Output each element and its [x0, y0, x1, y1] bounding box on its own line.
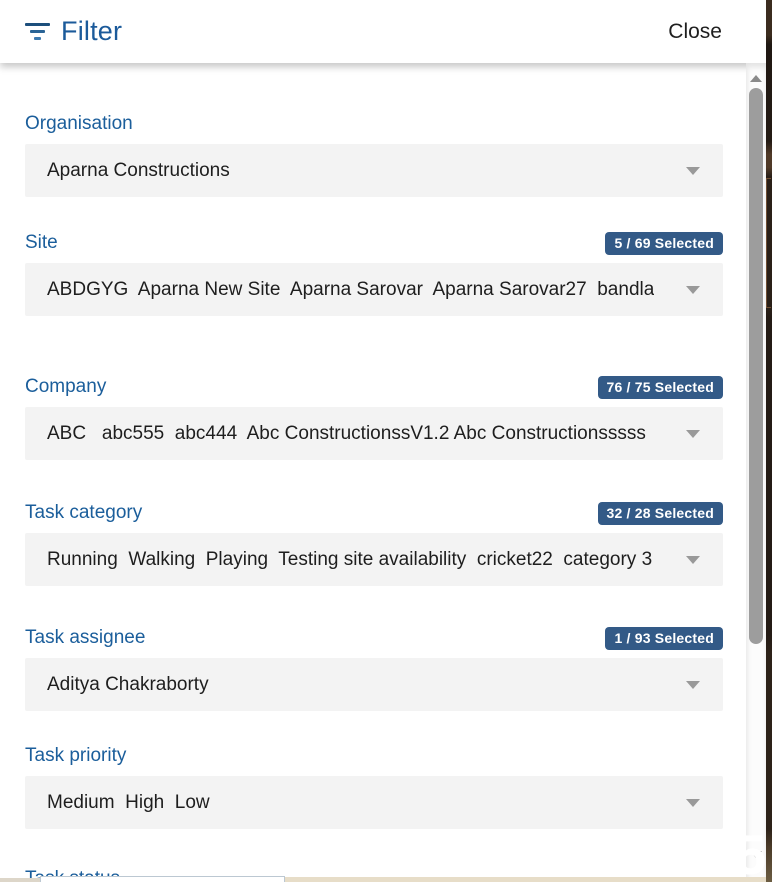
- site-select[interactable]: ABDGYG Aparna New Site Aparna Sarovar Ap…: [25, 263, 723, 316]
- background-edge-box: [766, 178, 771, 308]
- selected-count-badge: 5 / 69 Selected: [605, 232, 723, 255]
- chevron-down-icon: [686, 556, 700, 564]
- filter-section-task-category: Task category 32 / 28 Selected Running W…: [25, 501, 723, 586]
- page-title: Filter: [61, 16, 122, 47]
- selected-count-badge: 76 / 75 Selected: [598, 376, 724, 399]
- filter-section-task-priority: Task priority Medium High Low: [25, 744, 723, 829]
- selected-count-badge: 32 / 28 Selected: [598, 502, 724, 525]
- chevron-down-icon: [686, 681, 700, 689]
- selected-values: ABDGYG Aparna New Site Aparna Sarovar Ap…: [47, 279, 654, 301]
- scrollbar-thumb[interactable]: [749, 88, 763, 644]
- chevron-down-icon: [686, 799, 700, 807]
- section-label: Site: [25, 232, 58, 254]
- scroll-down-icon[interactable]: [750, 851, 762, 858]
- company-select[interactable]: ABC abc555 abc444 Abc ConstructionssV1.2…: [25, 407, 723, 460]
- selected-values: Aparna Constructions: [47, 160, 230, 182]
- section-label: Organisation: [25, 113, 133, 135]
- modal-header: Filter Close: [0, 0, 766, 63]
- chevron-down-icon: [686, 286, 700, 294]
- scrollbar[interactable]: [746, 63, 766, 882]
- selected-values: Medium High Low: [47, 792, 210, 814]
- task-assignee-select[interactable]: Aditya Chakraborty: [25, 658, 723, 711]
- selected-values: Running Walking Playing Testing site ava…: [47, 549, 652, 571]
- background-bottom-left: [0, 878, 40, 882]
- section-label: Task category: [25, 502, 142, 524]
- background-page-bottom: [0, 876, 766, 882]
- filter-section-organisation: Organisation Aparna Constructions: [25, 112, 723, 197]
- chevron-down-icon: [686, 167, 700, 175]
- background-page-edge: [766, 0, 772, 882]
- section-label: Company: [25, 376, 106, 398]
- organisation-select[interactable]: Aparna Constructions: [25, 144, 723, 197]
- selected-values: ABC abc555 abc444 Abc ConstructionssV1.2…: [47, 423, 646, 445]
- section-label: Task assignee: [25, 627, 145, 649]
- task-priority-select[interactable]: Medium High Low: [25, 776, 723, 829]
- scroll-up-icon[interactable]: [750, 75, 762, 82]
- chevron-down-icon: [686, 430, 700, 438]
- selected-values: Aditya Chakraborty: [47, 674, 209, 696]
- section-label: Task priority: [25, 745, 126, 767]
- filter-modal: Filter Close Organisation Aparna Constru…: [0, 0, 766, 882]
- filter-section-site: Site 5 / 69 Selected ABDGYG Aparna New S…: [25, 231, 723, 316]
- selected-count-badge: 1 / 93 Selected: [605, 627, 723, 650]
- filter-section-task-assignee: Task assignee 1 / 93 Selected Aditya Cha…: [25, 626, 723, 711]
- filter-content: Organisation Aparna Constructions Site 5…: [0, 63, 746, 882]
- header-title-wrap: Filter: [24, 16, 122, 47]
- close-button[interactable]: Close: [668, 20, 742, 44]
- background-bottom-box: [40, 876, 285, 882]
- filter-list-icon: [24, 23, 50, 40]
- filter-section-company: Company 76 / 75 Selected ABC abc555 abc4…: [25, 375, 723, 460]
- task-category-select[interactable]: Running Walking Playing Testing site ava…: [25, 533, 723, 586]
- background-bottom-tan: [285, 877, 766, 882]
